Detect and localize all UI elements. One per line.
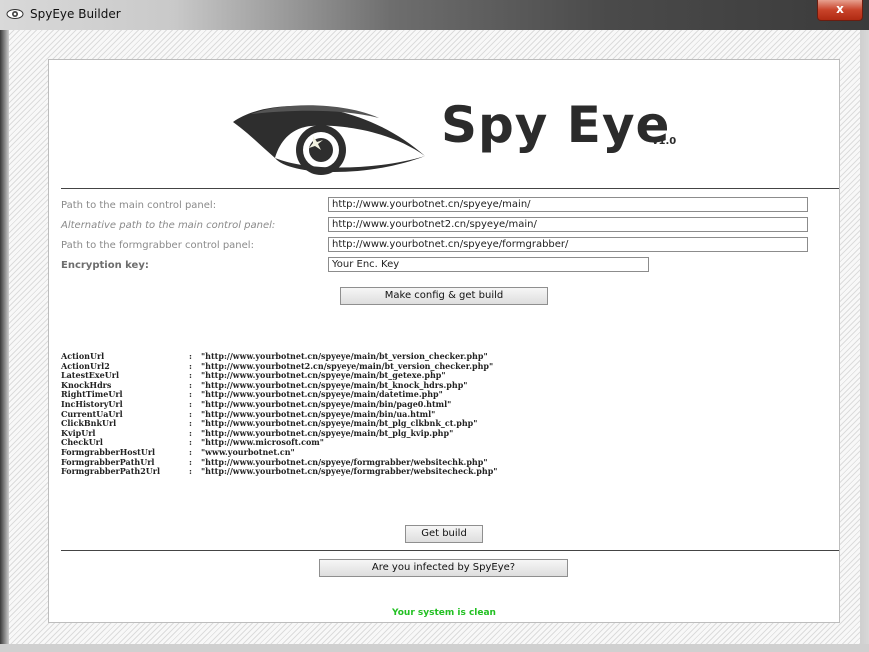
config-value: "http://www.microsoft.com" — [201, 437, 324, 448]
config-value: "http://www.yourbotnet2.cn/spyeye/main/b… — [201, 360, 494, 371]
window-frame-bottom — [0, 644, 869, 652]
main-panel-path-input[interactable]: http://www.yourbotnet.cn/spyeye/main/ — [328, 197, 808, 212]
infection-check-button[interactable]: Are you infected by SpyEye? — [319, 559, 568, 577]
config-value: "http://www.yourbotnet.cn/spyeye/formgra… — [201, 456, 488, 467]
config-listing: ActionUrl: "http://www.yourbotnet.cn/spye… — [61, 351, 498, 477]
config-value: "http://www.yourbotnet.cn/spyeye/main/bi… — [201, 398, 452, 409]
client-area: Spy Eye v1.0 Path to the main control pa… — [9, 30, 860, 644]
logo: Spy Eye v1.0 — [49, 60, 839, 188]
encryption-key-input[interactable]: Your Enc. Key — [328, 257, 649, 272]
window-title: SpyEye Builder — [30, 7, 121, 21]
close-button[interactable]: x — [817, 0, 863, 21]
app-window: SpyEye Builder x Spy Eye v1.0 Path to th… — [0, 0, 869, 652]
get-build-button[interactable]: Get build — [405, 525, 483, 543]
spyeye-logo-eye-icon — [233, 105, 425, 175]
builder-panel: Spy Eye v1.0 Path to the main control pa… — [48, 59, 840, 623]
window-frame-right — [860, 30, 869, 652]
config-value: "http://www.yourbotnet.cn/spyeye/main/bt… — [201, 427, 454, 438]
eye-icon — [6, 9, 24, 19]
config-value: "www.yourbotnet.cn" — [201, 446, 295, 457]
config-value: "http://www.yourbotnet.cn/spyeye/main/bt… — [201, 379, 468, 390]
config-row: FormgrabberPath2Url: "http://www.yourbotn… — [61, 466, 498, 477]
config-value: "http://www.yourbotnet.cn/spyeye/formgra… — [201, 466, 498, 477]
title-bar[interactable]: SpyEye Builder x — [0, 0, 869, 30]
alt-panel-label: Alternative path to the main control pan… — [61, 220, 276, 231]
logo-brand: Spy Eye — [441, 96, 671, 154]
config-key: FormgrabberPath2Url — [61, 466, 161, 477]
divider-bottom — [61, 550, 839, 551]
window-frame-left — [0, 30, 9, 652]
config-value: "http://www.yourbotnet.cn/spyeye/main/bt… — [201, 351, 488, 361]
encryption-key-label: Encryption key: — [61, 260, 149, 271]
alt-panel-path-input[interactable]: http://www.yourbotnet2.cn/spyeye/main/ — [328, 217, 808, 232]
config-value: "http://www.yourbotnet.cn/spyeye/main/bt… — [201, 418, 478, 429]
formgrabber-panel-label: Path to the formgrabber control panel: — [61, 240, 254, 251]
divider-top — [61, 188, 839, 189]
config-value: "http://www.yourbotnet.cn/spyeye/main/bt… — [201, 370, 446, 381]
config-value: "http://www.yourbotnet.cn/spyeye/main/bi… — [201, 408, 436, 419]
logo-version: v1.0 — [652, 136, 677, 147]
config-separator: : — [189, 466, 192, 477]
infection-status-text: Your system is clean — [392, 608, 496, 618]
make-config-button[interactable]: Make config & get build — [340, 287, 548, 305]
formgrabber-path-input[interactable]: http://www.yourbotnet.cn/spyeye/formgrab… — [328, 237, 808, 252]
config-value: "http://www.yourbotnet.cn/spyeye/main/da… — [201, 389, 443, 400]
main-panel-label: Path to the main control panel: — [61, 200, 217, 211]
